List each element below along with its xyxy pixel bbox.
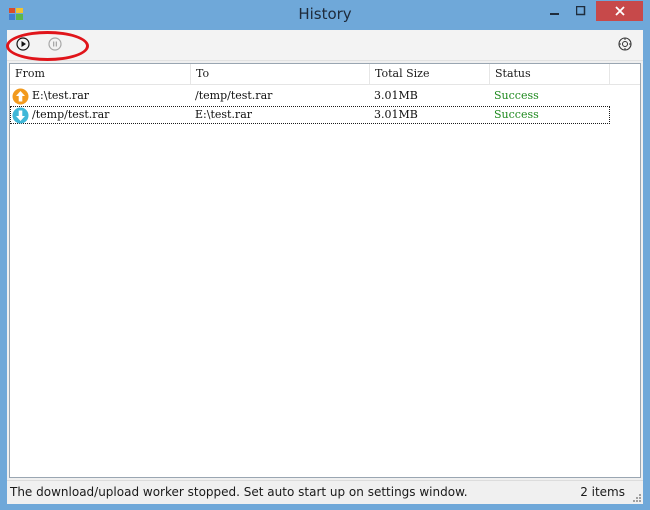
item-count: 2 items (580, 485, 625, 499)
maximize-button[interactable] (568, 1, 594, 21)
download-arrow-icon (12, 107, 29, 124)
table-row[interactable]: /temp/test.rar E:\test.rar 3.01MB Succes… (10, 106, 610, 124)
cell-from: E:\test.rar (32, 89, 90, 102)
minimize-button[interactable] (542, 1, 568, 21)
pause-icon[interactable] (48, 37, 62, 51)
cell-to: /temp/test.rar (195, 89, 273, 102)
minimize-icon (550, 13, 559, 15)
history-window: History From To Total Size Status E:\tes… (0, 0, 650, 510)
list-header: From To Total Size Status (10, 64, 640, 85)
close-button[interactable] (596, 1, 643, 21)
client-area: From To Total Size Status E:\test.rar /t… (6, 30, 643, 504)
play-icon[interactable] (16, 37, 30, 51)
toolbar (6, 30, 643, 61)
status-message: The download/upload worker stopped. Set … (10, 485, 468, 499)
close-icon (614, 6, 625, 16)
cell-status: Success (494, 108, 539, 121)
settings-icon[interactable] (618, 37, 632, 51)
column-header-to[interactable]: To (191, 64, 370, 84)
column-header-total-size[interactable]: Total Size (370, 64, 490, 84)
status-bar: The download/upload worker stopped. Set … (7, 480, 643, 504)
cell-status: Success (494, 89, 539, 102)
cell-size: 3.01MB (374, 108, 418, 121)
resize-grip-icon[interactable] (631, 492, 641, 502)
title-bar[interactable]: History (0, 0, 650, 30)
column-header-from[interactable]: From (10, 64, 191, 84)
maximize-icon (576, 6, 586, 16)
table-row[interactable]: E:\test.rar /temp/test.rar 3.01MB Succes… (10, 87, 610, 105)
column-header-status[interactable]: Status (490, 64, 610, 84)
history-list[interactable]: From To Total Size Status E:\test.rar /t… (9, 63, 641, 478)
cell-to: E:\test.rar (195, 108, 253, 121)
cell-size: 3.01MB (374, 89, 418, 102)
upload-arrow-icon (12, 88, 29, 105)
cell-from: /temp/test.rar (32, 108, 110, 121)
